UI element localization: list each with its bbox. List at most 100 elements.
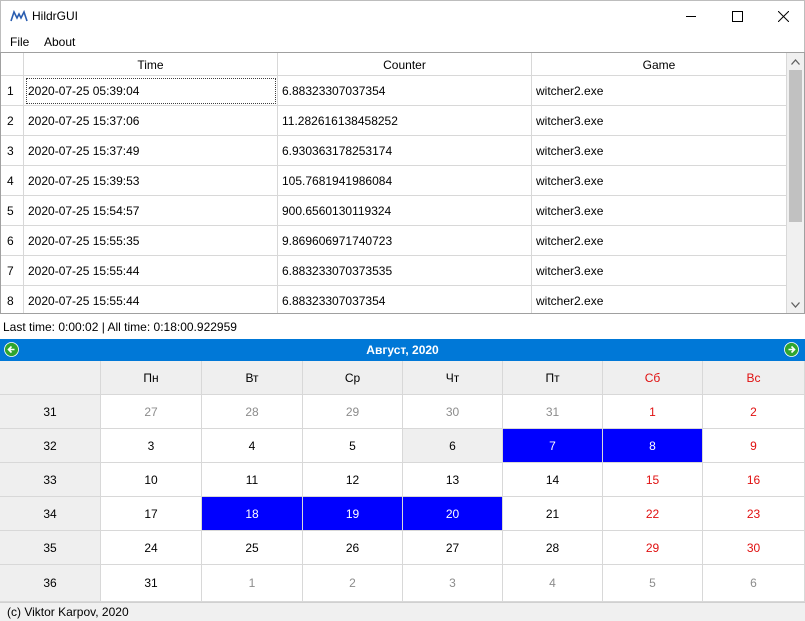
calendar-day[interactable]: 24 — [101, 531, 202, 565]
calendar-day[interactable]: 4 — [503, 565, 603, 602]
cell-game[interactable]: witcher3.exe — [532, 136, 787, 166]
cell-counter[interactable]: 900.6560130119324 — [278, 196, 532, 226]
prev-month-arrow-icon[interactable] — [4, 342, 19, 357]
calendar-day[interactable]: 4 — [202, 429, 303, 463]
row-number[interactable]: 8 — [1, 286, 24, 313]
scrollbar-thumb[interactable] — [789, 70, 802, 222]
calendar-day[interactable]: 1 — [202, 565, 303, 602]
cell-time[interactable]: 2020-07-25 05:39:04 — [24, 76, 278, 106]
calendar-day[interactable]: 28 — [202, 395, 303, 429]
cell-counter[interactable]: 6.88323307037354 — [278, 76, 532, 106]
column-header-time[interactable]: Time — [24, 53, 278, 76]
calendar-day[interactable]: 20 — [403, 497, 503, 531]
calendar-day[interactable]: 7 — [503, 429, 603, 463]
calendar-day[interactable]: 12 — [303, 463, 403, 497]
menu-about[interactable]: About — [44, 35, 75, 49]
row-number[interactable]: 4 — [1, 166, 24, 196]
table-row[interactable]: 8 2020-07-25 15:55:44 6.88323307037354 witc… — [1, 286, 787, 313]
cell-time[interactable]: 2020-07-25 15:55:44 — [24, 256, 278, 286]
cell-game[interactable]: witcher3.exe — [532, 256, 787, 286]
calendar-day[interactable]: 5 — [303, 429, 403, 463]
calendar-day[interactable]: 6 — [403, 429, 503, 463]
cell-game[interactable]: witcher2.exe — [532, 286, 787, 313]
cell-counter[interactable]: 11.282616138458252 — [278, 106, 532, 136]
maximize-icon — [731, 11, 743, 22]
calendar-day[interactable]: 1 — [603, 395, 703, 429]
table-row[interactable]: 1 2020-07-25 05:39:04 6.88323307037354 witc… — [1, 76, 787, 106]
calendar-day[interactable]: 29 — [603, 531, 703, 565]
calendar-day[interactable]: 27 — [101, 395, 202, 429]
menu-file[interactable]: File — [10, 35, 29, 49]
calendar-day[interactable]: 30 — [703, 531, 805, 565]
minimize-button[interactable] — [668, 1, 714, 32]
vertical-scrollbar[interactable] — [787, 53, 804, 313]
calendar-navigation: Август, 2020 — [0, 339, 805, 361]
table-row[interactable]: 6 2020-07-25 15:55:35 9.869606971740723 wit… — [1, 226, 787, 256]
calendar-day[interactable]: 23 — [703, 497, 805, 531]
calendar-day[interactable]: 26 — [303, 531, 403, 565]
scroll-down-button[interactable] — [787, 296, 804, 313]
calendar-day[interactable]: 22 — [603, 497, 703, 531]
column-header-game[interactable]: Game — [532, 53, 787, 76]
calendar-day[interactable]: 5 — [603, 565, 703, 602]
cell-game[interactable]: witcher2.exe — [532, 226, 787, 256]
cell-time[interactable]: 2020-07-25 15:37:49 — [24, 136, 278, 166]
calendar-day[interactable]: 13 — [403, 463, 503, 497]
calendar-day[interactable]: 21 — [503, 497, 603, 531]
calendar-day[interactable]: 25 — [202, 531, 303, 565]
maximize-button[interactable] — [714, 1, 760, 32]
cell-game[interactable]: witcher3.exe — [532, 166, 787, 196]
table-row[interactable]: 7 2020-07-25 15:55:44 6.883233070373535 wit… — [1, 256, 787, 286]
cell-time[interactable]: 2020-07-25 15:55:44 — [24, 286, 278, 313]
calendar-day[interactable]: 28 — [503, 531, 603, 565]
calendar-day[interactable]: 29 — [303, 395, 403, 429]
row-number[interactable]: 1 — [1, 76, 24, 106]
table-row[interactable]: 5 2020-07-25 15:54:57 900.6560130119324 wit… — [1, 196, 787, 226]
calendar-day[interactable]: 14 — [503, 463, 603, 497]
table-row[interactable]: 4 2020-07-25 15:39:53 105.7681941986084 wit… — [1, 166, 787, 196]
cell-time[interactable]: 2020-07-25 15:55:35 — [24, 226, 278, 256]
calendar-day[interactable]: 27 — [403, 531, 503, 565]
column-header-counter[interactable]: Counter — [278, 53, 532, 76]
calendar-day[interactable]: 10 — [101, 463, 202, 497]
calendar-day[interactable]: 11 — [202, 463, 303, 497]
calendar-day[interactable]: 18 — [202, 497, 303, 531]
calendar-day[interactable]: 2 — [303, 565, 403, 602]
calendar-day[interactable]: 3 — [101, 429, 202, 463]
calendar-day[interactable]: 30 — [403, 395, 503, 429]
calendar-day[interactable]: 19 — [303, 497, 403, 531]
cell-game[interactable]: witcher3.exe — [532, 106, 787, 136]
calendar-day[interactable]: 16 — [703, 463, 805, 497]
row-number[interactable]: 6 — [1, 226, 24, 256]
row-number[interactable]: 3 — [1, 136, 24, 166]
cell-time[interactable]: 2020-07-25 15:39:53 — [24, 166, 278, 196]
table-corner[interactable] — [1, 53, 24, 76]
table-row[interactable]: 3 2020-07-25 15:37:49 6.930363178253174 wit… — [1, 136, 787, 166]
calendar-day[interactable]: 15 — [603, 463, 703, 497]
close-button[interactable] — [760, 1, 805, 32]
row-number[interactable]: 2 — [1, 106, 24, 136]
scroll-up-button[interactable] — [787, 53, 804, 70]
calendar-day[interactable]: 31 — [503, 395, 603, 429]
row-number[interactable]: 7 — [1, 256, 24, 286]
calendar-day[interactable]: 9 — [703, 429, 805, 463]
calendar-day[interactable]: 17 — [101, 497, 202, 531]
cell-game[interactable]: witcher2.exe — [532, 76, 787, 106]
cell-counter[interactable]: 6.88323307037354 — [278, 286, 532, 313]
cell-game[interactable]: witcher3.exe — [532, 196, 787, 226]
cell-counter[interactable]: 9.869606971740723 — [278, 226, 532, 256]
calendar-day[interactable]: 6 — [703, 565, 805, 602]
cell-counter[interactable]: 6.883233070373535 — [278, 256, 532, 286]
cell-counter[interactable]: 105.7681941986084 — [278, 166, 532, 196]
calendar-month-label[interactable]: Август, 2020 — [0, 339, 805, 361]
row-number[interactable]: 5 — [1, 196, 24, 226]
calendar-day[interactable]: 2 — [703, 395, 805, 429]
cell-time[interactable]: 2020-07-25 15:37:06 — [24, 106, 278, 136]
next-month-arrow-icon[interactable] — [784, 342, 799, 357]
calendar-day[interactable]: 31 — [101, 565, 202, 602]
cell-counter[interactable]: 6.930363178253174 — [278, 136, 532, 166]
cell-time[interactable]: 2020-07-25 15:54:57 — [24, 196, 278, 226]
calendar-day[interactable]: 8 — [603, 429, 703, 463]
calendar-day[interactable]: 3 — [403, 565, 503, 602]
table-row[interactable]: 2 2020-07-25 15:37:06 11.282616138458252 wi… — [1, 106, 787, 136]
